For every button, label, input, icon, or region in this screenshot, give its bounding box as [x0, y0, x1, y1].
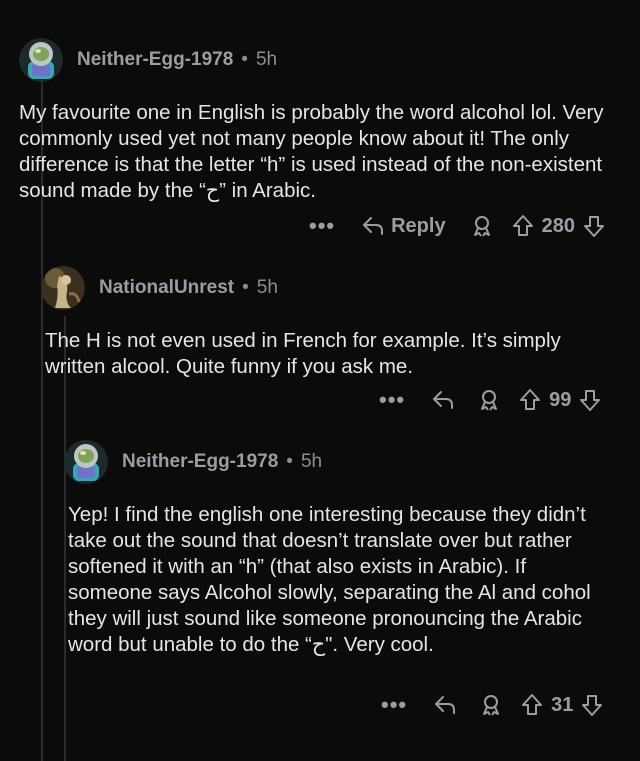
upvote-icon[interactable] [519, 388, 541, 412]
separator-dot: • [242, 277, 249, 298]
more-options-button[interactable]: ••• [309, 215, 335, 237]
comment-body: Yep! I find the english one interesting … [68, 503, 591, 656]
comment-body: My favourite one in English is probably … [19, 101, 604, 202]
award-button[interactable] [477, 388, 501, 412]
comment-actions: ••• 31 [381, 690, 603, 720]
vote-controls: 99 [519, 388, 601, 412]
timestamp: 5h [255, 49, 278, 70]
comment-actions: ••• 99 [379, 385, 601, 415]
reply-icon [363, 217, 384, 235]
avatar[interactable] [64, 440, 108, 484]
reply-button[interactable] [431, 389, 455, 411]
timestamp: 5h [256, 277, 278, 298]
downvote-icon[interactable] [583, 214, 605, 238]
separator-dot: • [286, 451, 293, 472]
award-icon [481, 390, 498, 411]
reply-icon [433, 391, 454, 409]
more-options-button[interactable]: ••• [381, 694, 407, 716]
comment-header: Neither-Egg-1978 • 5h [19, 38, 277, 82]
award-button[interactable] [479, 693, 503, 717]
score: 99 [549, 388, 572, 411]
reply-icon [435, 696, 456, 714]
vote-controls: 31 [521, 693, 603, 717]
upvote-icon[interactable] [521, 693, 543, 717]
username[interactable]: Neither-Egg-1978 [77, 49, 233, 71]
thread-line [64, 316, 66, 761]
vote-controls: 280 [512, 214, 605, 238]
avatar[interactable] [19, 38, 63, 82]
reply-button[interactable]: Reply [361, 214, 446, 238]
reply-button[interactable] [433, 694, 457, 716]
username[interactable]: NationalUnrest [99, 277, 234, 299]
award-icon [473, 216, 490, 237]
more-options-button[interactable]: ••• [379, 389, 405, 411]
comment-actions: ••• Reply 280 [309, 211, 605, 241]
upvote-icon[interactable] [512, 214, 534, 238]
comment-header: Neither-Egg-1978 • 5h [64, 440, 322, 484]
comment-header: NationalUnrest • 5h [41, 266, 278, 310]
astronaut-avatar-icon [19, 38, 63, 82]
award-icon [483, 695, 500, 716]
downvote-icon[interactable] [581, 693, 603, 717]
separator-dot: • [241, 49, 248, 70]
score: 280 [541, 214, 575, 237]
reply-label: Reply [391, 214, 446, 237]
painting-avatar-icon [41, 266, 85, 310]
comment-body: The H is not even used in French for exa… [45, 329, 561, 378]
award-button[interactable] [470, 214, 494, 238]
score: 31 [551, 693, 574, 716]
astronaut-avatar-icon [64, 440, 108, 484]
username[interactable]: Neither-Egg-1978 [122, 451, 278, 473]
downvote-icon[interactable] [579, 388, 601, 412]
avatar[interactable] [41, 266, 85, 310]
timestamp: 5h [300, 451, 323, 472]
